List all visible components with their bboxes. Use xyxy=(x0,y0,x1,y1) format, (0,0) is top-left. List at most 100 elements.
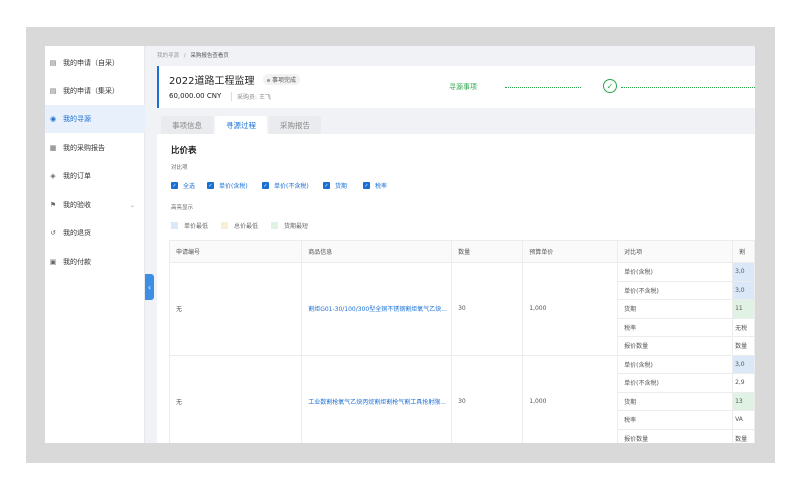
product-link[interactable]: 工业数割枪氧气乙炔丙烷割炬割枪气割工具抢射限... xyxy=(301,354,453,443)
section-title: 比价表 xyxy=(171,146,197,156)
buyer-name: 王飞 xyxy=(258,94,271,101)
table-row: 无 工业数割枪氧气乙炔丙烷割炬割枪气割工具抢射限... 30 1,000 单价(… xyxy=(168,354,755,443)
table-header-row: 申请编号 商品信息 数量 预算单价 对比项 割 xyxy=(168,240,755,263)
checkbox-label: 单价(含税) xyxy=(219,183,248,190)
tab-bar: 事项信息 寻源过程 采购报告 xyxy=(157,114,755,134)
legend-swatch xyxy=(221,222,228,229)
compare-item-cell: 单价(含税) xyxy=(617,262,734,282)
checkbox-delivery[interactable]: ✓ 货期 xyxy=(323,181,347,190)
breadcrumb-separator: / xyxy=(183,53,186,59)
value-cell: 数量 xyxy=(732,428,755,443)
box-icon: ◈ xyxy=(50,172,56,180)
document-icon: ▤ xyxy=(49,59,57,67)
check-icon: ✓ xyxy=(603,79,617,93)
sidebar-item-label: 我的寻源 xyxy=(63,115,91,123)
status-badge: 事项完成 xyxy=(263,74,301,85)
quantity-cell: 30 xyxy=(451,262,524,356)
tab-procurement-report[interactable]: 采购报告 xyxy=(269,116,321,134)
sidebar-item-self-apply[interactable]: ▤ 我的申请（自采） xyxy=(45,49,145,77)
payment-icon: ▣ xyxy=(49,258,57,266)
sidebar-item-acceptance[interactable]: ⚑ 我的验收 ⌄ xyxy=(45,191,145,219)
legend-label: 总价最低 xyxy=(234,223,259,230)
apply-number-cell: 无 xyxy=(168,262,303,356)
highlight-lowest-unit: 单价最低 xyxy=(171,221,208,230)
checkbox-label: 单价(不含税) xyxy=(274,183,309,190)
compare-item-cell: 单价(含税) xyxy=(617,354,734,374)
value-cell: 3,0 xyxy=(732,354,755,374)
tab-item-info[interactable]: 事项信息 xyxy=(161,116,213,134)
column-header: 对比项 xyxy=(617,240,734,263)
checkbox-checked-icon: ✓ xyxy=(171,182,178,189)
compare-item-cell: 货期 xyxy=(617,299,734,319)
step-connector xyxy=(505,87,581,88)
sidebar-item-label: 我的退货 xyxy=(63,229,91,237)
sidebar-item-orders[interactable]: ◈ 我的订单 xyxy=(45,162,145,190)
document-icon: ▤ xyxy=(49,87,57,95)
budget-cell: 1,000 xyxy=(522,354,619,443)
flag-icon: ⚑ xyxy=(49,201,57,209)
checkbox-price-notax[interactable]: ✓ 单价(不含税) xyxy=(262,181,309,190)
compare-label: 对比项 xyxy=(171,165,188,171)
sidebar: ▤ 我的申请（自采） ▤ 我的申请（集采） ◉ 我的寻源 ▦ 我的采购报告 ◈ … xyxy=(45,46,145,443)
breadcrumb: 我的寻源 / 采购报告查看页 xyxy=(157,51,229,59)
sidebar-item-label: 我的申请（集采） xyxy=(63,87,119,95)
checkbox-label: 货期 xyxy=(335,183,348,190)
quantity-cell: 30 xyxy=(451,354,524,443)
buyer-label: 采购员: xyxy=(237,94,258,101)
budget-cell: 1,000 xyxy=(522,262,619,356)
value-cell: 13 xyxy=(732,391,755,411)
checkbox-tax-rate[interactable]: ✓ 税率 xyxy=(363,181,387,190)
breadcrumb-current: 采购报告查看页 xyxy=(190,53,229,59)
status-dot-icon xyxy=(267,79,270,82)
legend-label: 单价最低 xyxy=(184,223,209,230)
buyer-info: 采购员: 王飞 xyxy=(231,92,271,101)
checkbox-price-tax[interactable]: ✓ 单价(含税) xyxy=(207,181,248,190)
app-window: ▤ 我的申请（自采） ▤ 我的申请（集采） ◉ 我的寻源 ▦ 我的采购报告 ◈ … xyxy=(45,46,755,443)
compare-item-cell: 单价(不含税) xyxy=(617,280,734,300)
column-header: 割 xyxy=(732,240,755,263)
compare-item-cell: 单价(不含税) xyxy=(617,373,734,393)
legend-swatch xyxy=(171,222,178,229)
checkbox-checked-icon: ✓ xyxy=(323,182,330,189)
tab-sourcing-process[interactable]: 寻源过程 xyxy=(215,116,267,134)
checkbox-label: 税率 xyxy=(375,183,388,190)
value-cell: 3,0 xyxy=(732,262,755,282)
checkbox-checked-icon: ✓ xyxy=(262,182,269,189)
table-row: 无 割炬G01-30/100/300型全铜不锈钢割炬氧气乙炔... 30 1,0… xyxy=(168,262,755,356)
sidebar-item-report[interactable]: ▦ 我的采购报告 xyxy=(45,134,145,162)
content-panel: 事项信息 寻源过程 采购报告 比价表 对比项 ✓ 全选 ✓ 单价(含税) ✓ 单价(不… xyxy=(157,114,755,443)
checkbox-checked-icon: ✓ xyxy=(207,182,214,189)
checkbox-label: 全选 xyxy=(183,183,196,190)
value-cell: 无税 xyxy=(732,317,755,337)
legend-swatch xyxy=(271,222,278,229)
breadcrumb-parent[interactable]: 我的寻源 xyxy=(157,53,179,59)
checkbox-select-all[interactable]: ✓ 全选 xyxy=(171,181,195,190)
compare-item-cell: 货期 xyxy=(617,391,734,411)
page-title: 2022道路工程监理 xyxy=(169,76,255,87)
product-link[interactable]: 割炬G01-30/100/300型全铜不锈钢割炬氧气乙炔... xyxy=(301,262,453,356)
highlight-shortest-delivery: 货期最短 xyxy=(271,221,308,230)
sidebar-item-sourcing[interactable]: ◉ 我的寻源 xyxy=(45,105,145,133)
compare-item-cell: 税率 xyxy=(617,317,734,337)
return-icon: ↺ xyxy=(50,229,56,237)
sidebar-item-label: 我的订单 xyxy=(63,172,91,180)
sidebar-item-group-apply[interactable]: ▤ 我的申请（集采） xyxy=(45,77,145,105)
compare-item-cell: 税率 xyxy=(617,410,734,430)
report-icon: ▦ xyxy=(49,144,57,152)
highlight-lowest-total: 总价最低 xyxy=(221,221,258,230)
sidebar-item-label: 我的付款 xyxy=(63,258,91,266)
main-area: 我的寻源 / 采购报告查看页 2022道路工程监理 事项完成 60,000.00… xyxy=(153,46,755,443)
column-header: 数量 xyxy=(451,240,524,263)
sidebar-item-label: 我的申请（自采） xyxy=(63,59,119,67)
sidebar-item-label: 我的验收 xyxy=(63,201,91,209)
value-cell: 数量 xyxy=(732,336,755,356)
sidebar-item-label: 我的采购报告 xyxy=(63,144,105,152)
value-cell: VA xyxy=(732,410,755,430)
step-label: 寻源事项 xyxy=(449,83,477,91)
column-header: 申请编号 xyxy=(168,240,303,263)
sidebar-item-payment[interactable]: ▣ 我的付款 xyxy=(45,248,145,276)
status-text: 事项完成 xyxy=(272,77,297,84)
sidebar-item-return[interactable]: ↺ 我的退货 xyxy=(45,219,145,247)
highlight-label: 高亮显示 xyxy=(171,205,194,211)
chevron-down-icon: ⌄ xyxy=(129,201,135,209)
